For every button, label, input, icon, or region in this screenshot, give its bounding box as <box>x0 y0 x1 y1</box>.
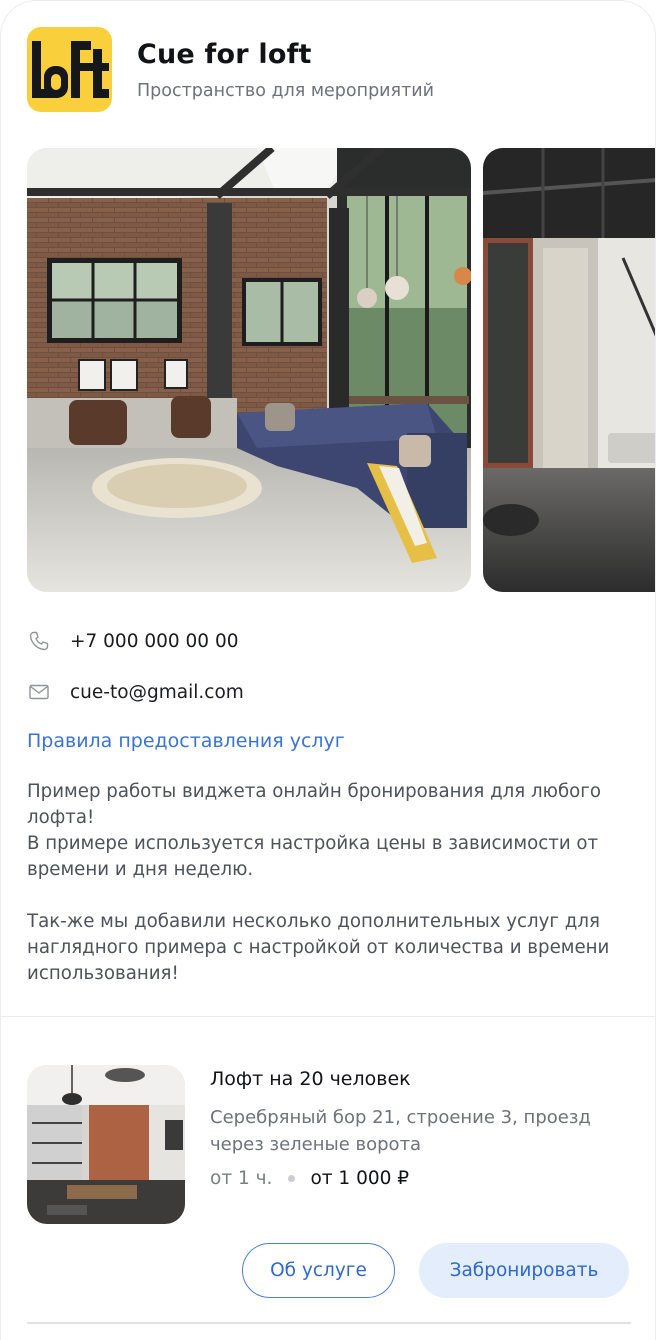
description: Пример работы виджета онлайн бронировани… <box>27 779 627 987</box>
email-address[interactable]: cue-to@gmail.com <box>70 682 244 703</box>
gallery-photo-2[interactable] <box>483 148 655 592</box>
section-divider <box>1 1016 655 1017</box>
about-service-button[interactable]: Об услуге <box>242 1243 395 1298</box>
service-address: Серебряный бор 21, строение 3, проезд че… <box>210 1104 630 1158</box>
service-info: Лофт на 20 человек Серебряный бор 21, ст… <box>210 1068 630 1189</box>
app-title: Cue for loft <box>137 39 312 70</box>
brand-logo <box>27 27 112 112</box>
service-address-line: Серебряный бор 21, строение 3, проезд <box>210 1107 591 1128</box>
book-button[interactable]: Забронировать <box>419 1243 629 1298</box>
description-line: времени и дня неделю. <box>27 859 254 880</box>
separator-dot <box>288 1175 296 1182</box>
service-name[interactable]: Лофт на 20 человек <box>210 1068 630 1090</box>
email-row[interactable]: cue-to@gmail.com <box>27 680 244 704</box>
mail-icon <box>29 684 49 700</box>
description-line: лофта! <box>27 807 95 828</box>
service-rules-link[interactable]: Правила предоставления услуг <box>27 730 345 752</box>
service-address-line: через зеленые ворота <box>210 1134 422 1155</box>
phone-number[interactable]: +7 000 000 00 00 <box>70 631 239 652</box>
bottom-divider <box>27 1322 631 1324</box>
service-price: от 1 000 ₽ <box>310 1168 410 1189</box>
phone-icon <box>29 631 49 651</box>
description-line: использования! <box>27 963 179 984</box>
photo-gallery[interactable] <box>27 148 655 593</box>
description-line: Пример работы виджета онлайн бронировани… <box>27 781 601 802</box>
service-price-row: от 1 ч. от 1 000 ₽ <box>210 1168 630 1189</box>
gallery-photo-1[interactable] <box>27 148 471 592</box>
service-duration: от 1 ч. <box>210 1168 273 1189</box>
widget-card: Cue for loft Пространство для мероприяти… <box>0 0 656 1340</box>
description-line: наглядного примера с настройкой от колич… <box>27 937 610 958</box>
description-line: В примере используется настройка цены в … <box>27 833 599 854</box>
header: Cue for loft Пространство для мероприяти… <box>27 27 434 112</box>
app-subtitle: Пространство для мероприятий <box>137 81 435 101</box>
service-thumbnail[interactable] <box>27 1065 185 1224</box>
phone-row[interactable]: +7 000 000 00 00 <box>27 629 239 653</box>
description-line: Так-же мы добавили несколько дополнитель… <box>27 911 600 932</box>
title-block: Cue for loft Пространство для мероприяти… <box>137 39 617 101</box>
